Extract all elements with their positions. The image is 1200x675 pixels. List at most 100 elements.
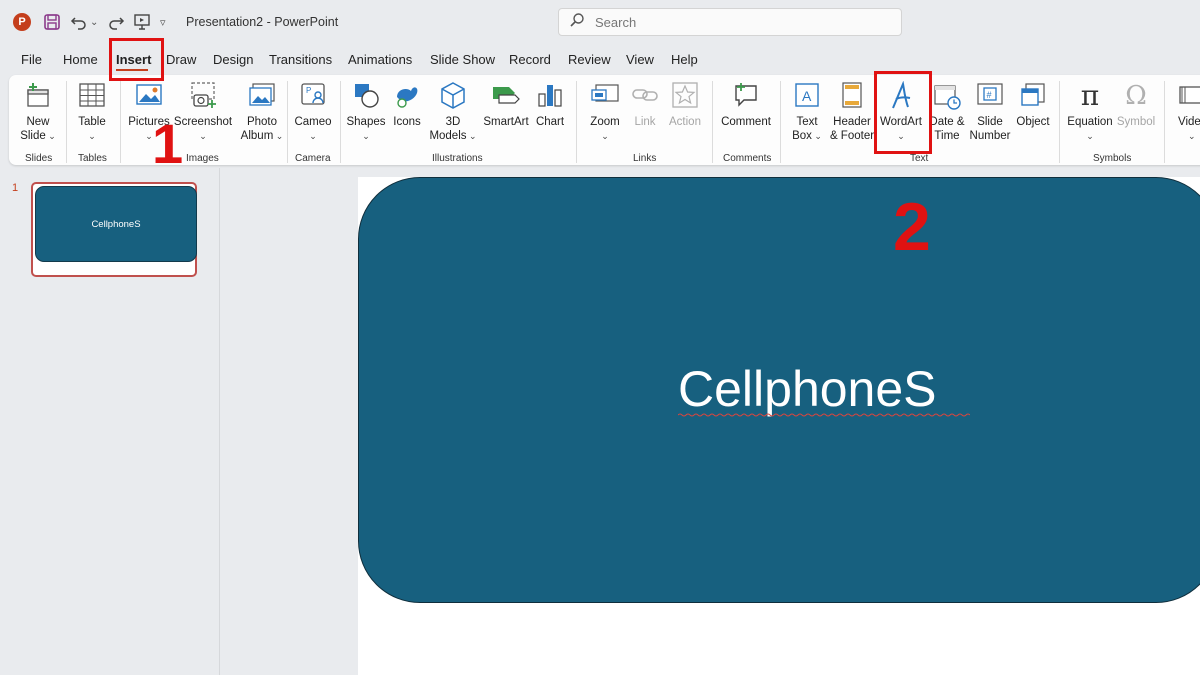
- chart-button[interactable]: Chart: [531, 75, 569, 149]
- text-box-label-1: Text: [796, 116, 818, 128]
- group-tables-label: Tables: [78, 153, 107, 164]
- comment-label: Comment: [721, 116, 771, 128]
- wordart-highlight: [874, 71, 932, 154]
- object-label: Object: [1016, 116, 1050, 128]
- group-separator: [287, 81, 288, 163]
- header-footer-button[interactable]: Header & Footer: [827, 75, 877, 149]
- group-separator: [712, 81, 713, 163]
- new-slide-button[interactable]: New Slide ⌄: [15, 75, 61, 149]
- tab-animations[interactable]: Animations: [348, 52, 412, 67]
- cameo-label: Cameo: [294, 116, 332, 128]
- tab-transitions[interactable]: Transitions: [269, 52, 332, 67]
- comment-button[interactable]: Comment: [717, 75, 775, 149]
- icons-button[interactable]: Icons: [389, 75, 425, 149]
- slide-thumbnail[interactable]: CellphoneS: [31, 182, 197, 277]
- search-box[interactable]: Search: [558, 8, 902, 36]
- search-icon: [569, 12, 587, 33]
- shapes-button[interactable]: Shapes ⌄: [344, 75, 388, 149]
- undo-dropdown-icon[interactable]: ⌄: [90, 11, 98, 33]
- chevron-down-icon: ⌄: [466, 131, 477, 141]
- zoom-button[interactable]: Zoom ⌄: [584, 75, 626, 149]
- insert-tab-highlight: [109, 38, 164, 81]
- new-slide-label-1: New: [26, 116, 50, 128]
- icons-icon: [389, 81, 425, 111]
- date-time-button[interactable]: Date & Time: [927, 75, 967, 149]
- tab-slide-show[interactable]: Slide Show: [430, 52, 495, 67]
- undo-icon[interactable]: [70, 11, 88, 33]
- slide-thumbnail-pane: 1 CellphoneS: [0, 168, 220, 675]
- tab-design[interactable]: Design: [213, 52, 253, 67]
- 3d-models-button[interactable]: 3D Models ⌄: [427, 75, 479, 149]
- header-footer-icon: [827, 81, 877, 111]
- redo-icon[interactable]: [107, 11, 125, 33]
- new-slide-label-2: Slide: [20, 130, 46, 142]
- comment-icon: [717, 81, 775, 111]
- 3d-models-label-1: 3D: [445, 116, 461, 128]
- tab-file[interactable]: File: [21, 52, 42, 67]
- 3d-models-label-2: Models: [429, 130, 467, 142]
- photo-album-button[interactable]: Photo Album ⌄: [235, 75, 289, 149]
- link-button[interactable]: Link: [626, 75, 664, 149]
- table-button[interactable]: Table ⌄: [72, 75, 112, 149]
- date-time-label-1: Date &: [929, 116, 965, 128]
- tab-help[interactable]: Help: [671, 52, 698, 67]
- equation-button[interactable]: π Equation ⌄: [1065, 75, 1115, 149]
- video-label: Vide: [1178, 116, 1200, 128]
- tab-record[interactable]: Record: [509, 52, 551, 67]
- group-slides-label: Slides: [25, 153, 53, 164]
- object-icon: [1013, 81, 1053, 111]
- shapes-label: Shapes: [346, 116, 386, 128]
- zoom-label: Zoom: [590, 116, 620, 128]
- smartart-button[interactable]: SmartArt: [482, 75, 530, 149]
- screenshot-icon: [171, 81, 235, 111]
- present-from-beginning-icon[interactable]: [133, 11, 151, 33]
- group-separator: [120, 81, 121, 163]
- group-images-label: Images: [186, 153, 219, 164]
- action-button[interactable]: Action: [665, 75, 705, 149]
- group-separator: [576, 81, 577, 163]
- slide-number-button[interactable]: # Slide Number: [967, 75, 1013, 149]
- chevron-down-icon: ⌄: [273, 131, 284, 141]
- photo-album-icon: [235, 81, 289, 111]
- chevron-down-icon: ⌄: [88, 131, 96, 141]
- photo-album-label-1: Photo: [246, 116, 278, 128]
- group-text-label: Text: [910, 153, 929, 164]
- cameo-button[interactable]: P Cameo ⌄: [291, 75, 335, 149]
- slide-canvas[interactable]: CellphoneS: [358, 177, 1200, 675]
- group-separator: [66, 81, 67, 163]
- symbol-button[interactable]: Ω Symbol: [1116, 75, 1156, 149]
- group-symbols-label: Symbols: [1093, 153, 1132, 164]
- group-separator: [780, 81, 781, 163]
- video-icon: [1178, 81, 1200, 111]
- tab-review[interactable]: Review: [568, 52, 611, 67]
- video-button[interactable]: Vide ⌄: [1170, 75, 1200, 149]
- save-icon[interactable]: [43, 11, 61, 33]
- thumbnail-shape: CellphoneS: [35, 186, 197, 262]
- slide-title-text[interactable]: CellphoneS: [678, 360, 937, 418]
- equation-label: Equation: [1067, 116, 1113, 128]
- new-slide-icon: [15, 81, 61, 111]
- chart-label: Chart: [535, 116, 565, 128]
- tab-draw[interactable]: Draw: [166, 52, 196, 67]
- table-label: Table: [78, 116, 106, 128]
- customize-toolbar-icon[interactable]: ▿: [160, 11, 166, 33]
- chevron-down-icon: ⌄: [309, 131, 317, 141]
- group-separator: [1164, 81, 1165, 163]
- tab-view[interactable]: View: [626, 52, 654, 67]
- cube-icon: [427, 81, 479, 111]
- group-illustrations-label: Illustrations: [432, 153, 483, 164]
- cameo-icon: P: [291, 81, 335, 111]
- chevron-down-icon: ⌄: [199, 131, 207, 141]
- title-bar: P ⌄ ▿ Presentation2 - PowerPoint Search: [0, 0, 1200, 44]
- slide-number: 1: [12, 182, 19, 194]
- text-box-icon: A: [787, 81, 827, 111]
- powerpoint-logo-icon: P: [13, 13, 31, 31]
- zoom-icon: [584, 81, 626, 111]
- search-placeholder: Search: [595, 14, 637, 30]
- text-box-button[interactable]: A Text Box ⌄: [787, 75, 827, 149]
- object-button[interactable]: Object: [1013, 75, 1053, 149]
- calendar-clock-icon: [927, 81, 967, 111]
- tab-home[interactable]: Home: [63, 52, 98, 67]
- group-comments-label: Comments: [723, 153, 772, 164]
- chart-icon: [531, 81, 569, 111]
